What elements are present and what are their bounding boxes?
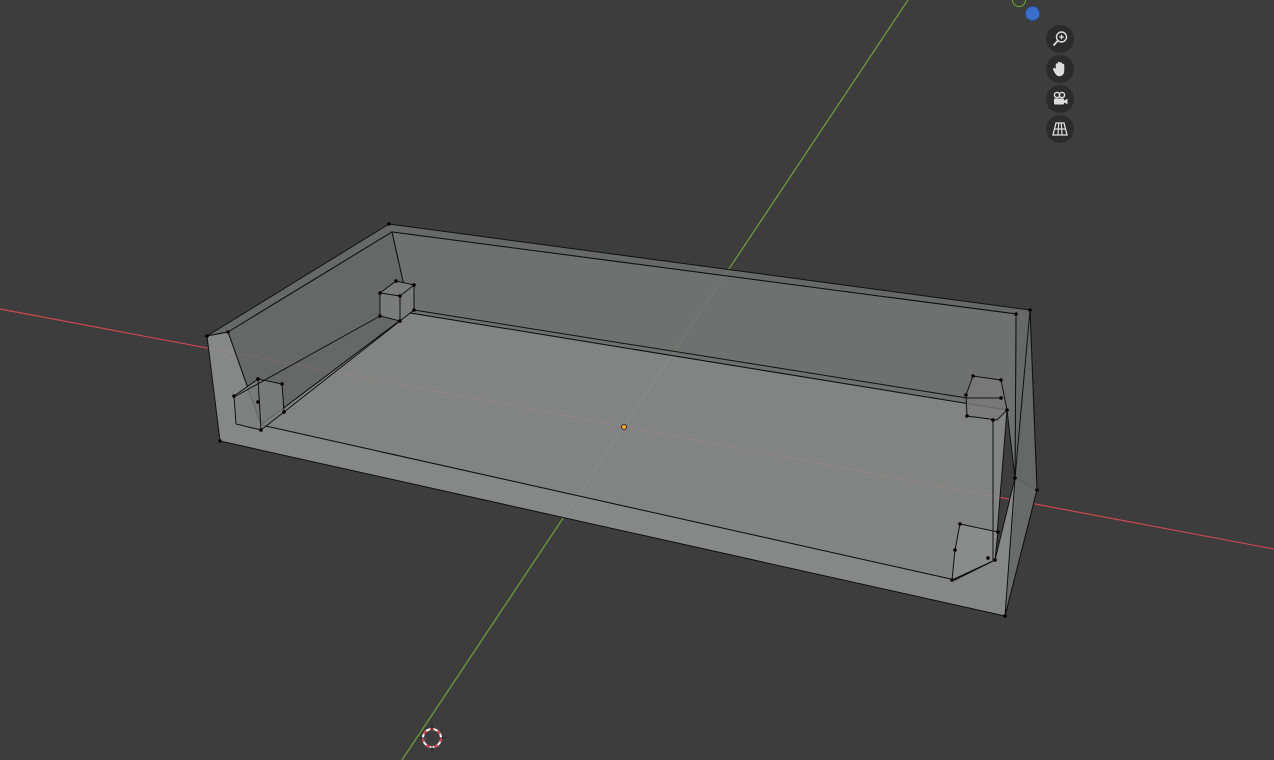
3d-viewport[interactable] (0, 0, 1274, 760)
object-origin[interactable] (621, 423, 628, 430)
3d-cursor-icon[interactable] (418, 724, 446, 752)
grid-icon (1052, 122, 1068, 136)
zoom-in-icon (1052, 31, 1068, 47)
ortho-toggle-button[interactable] (1046, 115, 1074, 143)
mesh-object[interactable] (205, 222, 1039, 618)
pan-button[interactable] (1046, 55, 1074, 83)
zoom-button[interactable] (1046, 25, 1074, 53)
gizmo-z-axis-icon[interactable] (1025, 6, 1040, 21)
camera-icon (1053, 91, 1068, 105)
viewport-scene[interactable] (0, 0, 1274, 760)
hand-icon (1053, 61, 1065, 77)
camera-view-button[interactable] (1046, 85, 1074, 113)
